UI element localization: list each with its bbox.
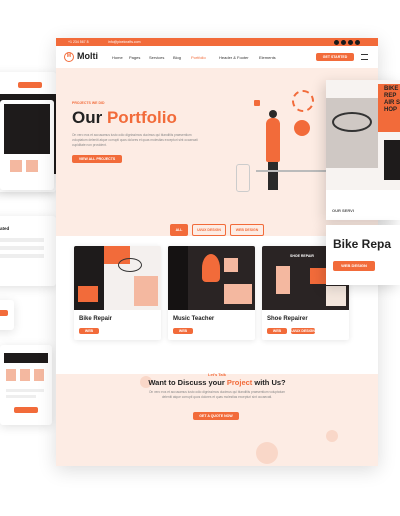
bicycle-icon xyxy=(332,112,372,132)
left-mockup-bottom xyxy=(0,345,52,425)
top-bar: +1 234 567 8 info@pixelcrafts.com xyxy=(56,38,378,46)
logo-icon[interactable]: M xyxy=(64,52,74,62)
navbar: M Molti Home Pages Services Blog Portfol… xyxy=(56,46,378,68)
youtube-icon[interactable] xyxy=(355,39,360,45)
cta-body: On vero eos et accusamus iusto odio dign… xyxy=(148,390,286,399)
nav-item-pages[interactable]: Pages xyxy=(129,55,140,60)
portfolio-card-music-teacher[interactable]: Music Teacher WEB DESIGN xyxy=(168,246,255,340)
topbar-email[interactable]: info@pixelcrafts.com xyxy=(108,40,141,44)
woman-figure xyxy=(266,118,280,162)
left-mockup-button xyxy=(18,82,42,88)
hero-eyebrow: PROJECTS WE DID xyxy=(72,101,105,105)
right-mockup: BIKE REPAIR SHOP OUR SERVI xyxy=(326,80,400,220)
card-tag-2[interactable]: UI/UX DESIGN xyxy=(291,328,315,334)
card-title[interactable]: Music Teacher xyxy=(173,316,214,322)
hero-body: On vero eos et accusamus iusto odio dign… xyxy=(72,133,198,147)
menu-icon[interactable] xyxy=(361,54,368,60)
filter-web-design[interactable]: WEB DESIGN xyxy=(230,224,264,236)
left-mockup-mid xyxy=(0,100,54,190)
nav-item-services[interactable]: Services xyxy=(149,55,164,60)
left-mockup-small xyxy=(0,300,14,330)
right-mockup-label: OUR SERVI xyxy=(332,208,354,213)
card-title[interactable]: Bike Repair xyxy=(79,316,112,322)
instagram-icon[interactable] xyxy=(348,39,353,45)
nav-item-header-footer[interactable]: Header & Footer xyxy=(219,55,249,60)
filter-all[interactable]: ALL xyxy=(170,224,188,236)
portfolio-card-bike-repair[interactable]: Bike Repair WEB DESIGN xyxy=(74,246,161,340)
right-mockup-heading: BIKE REPAIR SHOP xyxy=(384,86,400,113)
left-mockup-label: ated xyxy=(0,226,10,231)
decor-circle xyxy=(326,430,338,442)
card-tag[interactable]: WEB DESIGN xyxy=(79,328,99,339)
get-a-quote-button[interactable]: GET A QUOTE NOW xyxy=(193,412,239,420)
right-mockup-title: Bike Repa xyxy=(333,237,392,251)
view-all-projects-button[interactable]: VIEW ALL PROJECTS xyxy=(72,155,122,163)
cta-section: Let's Talk Want to Discuss your Project … xyxy=(56,372,378,466)
cta-title-accent: Project xyxy=(226,378,253,387)
card-thumbnail xyxy=(74,246,161,310)
nav-item-home[interactable]: Home xyxy=(112,55,123,60)
hero-title-plain: Our xyxy=(72,108,103,127)
hero-title-accent: Portfolio xyxy=(106,108,177,127)
chair xyxy=(236,164,250,192)
card-tag[interactable]: WEB DESIGN xyxy=(267,328,287,339)
filter-ui-ux-design[interactable]: UI/UX DESIGN xyxy=(192,224,226,236)
cta-eyebrow: Let's Talk xyxy=(208,372,226,377)
card-tag[interactable]: WEB DESIGN xyxy=(173,328,193,339)
sun-icon xyxy=(292,90,314,112)
nav-item-elements[interactable]: Elements xyxy=(259,55,276,60)
get-started-button[interactable]: GET STARTED xyxy=(316,53,354,61)
right-mockup-caption: Bike Repa WEB DESIGN xyxy=(326,225,400,285)
left-mockup-form: ated xyxy=(0,216,56,286)
logo-text[interactable]: Molti xyxy=(77,51,98,61)
card-title[interactable]: Shoe Repairer xyxy=(267,316,308,322)
light-bulb-icon xyxy=(294,120,310,136)
bicycle-icon xyxy=(118,258,142,272)
topbar-phone[interactable]: +1 234 567 8 xyxy=(68,40,89,44)
nav-item-blog[interactable]: Blog xyxy=(173,55,181,60)
twitter-icon[interactable] xyxy=(341,39,346,45)
card-thumbnail xyxy=(168,246,255,310)
facebook-icon[interactable] xyxy=(334,39,339,45)
cta-title: Want to Discuss your Project with Us? xyxy=(56,378,378,387)
nav-item-portfolio[interactable]: Portfolio xyxy=(191,55,206,60)
web-design-button[interactable]: WEB DESIGN xyxy=(333,261,375,271)
hero-title: Our Portfolio xyxy=(72,108,177,128)
cta-title-plain: Want to Discuss your xyxy=(148,378,225,387)
cta-title-end: with Us? xyxy=(254,378,286,387)
decor-circle xyxy=(256,442,278,464)
